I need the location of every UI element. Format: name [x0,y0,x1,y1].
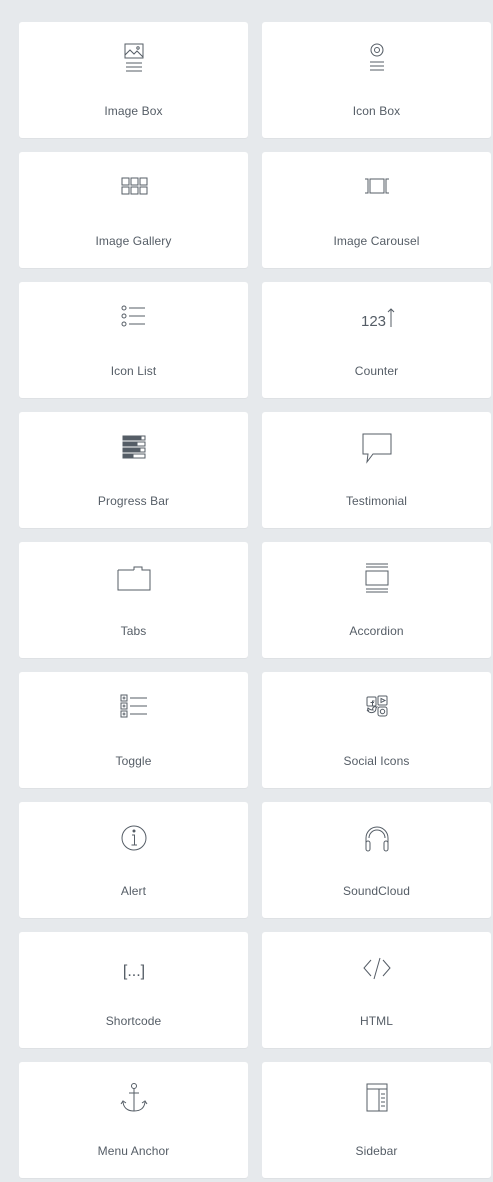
menu-anchor-icon [112,1080,156,1120]
widget-shortcode[interactable]: [...] Shortcode [19,932,248,1048]
widget-label: Tabs [120,624,147,638]
widget-label: Image Carousel [333,234,420,248]
widget-accordion[interactable]: Accordion [262,542,491,658]
widget-label: Testimonial [345,494,408,508]
tabs-icon [112,560,156,600]
widget-label: Alert [120,884,147,898]
widget-label: Counter [354,364,399,378]
widget-label: Progress Bar [97,494,170,508]
widget-label: Social Icons [343,754,410,768]
widget-label: Toggle [115,754,152,768]
sidebar-icon [355,1080,399,1120]
widget-progress-bar[interactable]: Progress Bar [19,412,248,528]
widget-label: Shortcode [105,1014,162,1028]
icon-box-icon [355,40,399,80]
social-icons-icon [355,690,399,730]
widget-alert[interactable]: Alert [19,802,248,918]
widget-counter[interactable]: 123 Counter [262,282,491,398]
alert-icon [112,820,156,860]
widget-menu-anchor[interactable]: Menu Anchor [19,1062,248,1178]
widget-label: Menu Anchor [97,1144,170,1158]
shortcode-icon: [...] [112,950,156,990]
widget-social-icons[interactable]: Social Icons [262,672,491,788]
counter-icon-text: 123 [361,313,386,330]
toggle-icon [112,690,156,730]
widget-label: Image Box [104,104,163,118]
widget-image-carousel[interactable]: Image Carousel [262,152,491,268]
widget-label: HTML [359,1014,394,1028]
widget-icon-box[interactable]: Icon Box [262,22,491,138]
widget-testimonial[interactable]: Testimonial [262,412,491,528]
widget-soundcloud[interactable]: SoundCloud [262,802,491,918]
counter-icon: 123 [355,300,399,340]
image-gallery-icon [112,170,156,210]
widget-label: Sidebar [355,1144,398,1158]
shortcode-icon-text: [...] [122,963,144,980]
widget-grid: Image Box Icon Box Image Gallery Image C… [19,22,491,1178]
widget-image-gallery[interactable]: Image Gallery [19,152,248,268]
widget-label: Icon List [110,364,157,378]
widget-html[interactable]: HTML [262,932,491,1048]
widget-toggle[interactable]: Toggle [19,672,248,788]
image-box-icon [112,40,156,80]
icon-list-icon [112,300,156,340]
accordion-icon [355,560,399,600]
widget-label: Image Gallery [95,234,172,248]
widget-label: Icon Box [352,104,401,118]
widget-tabs[interactable]: Tabs [19,542,248,658]
progress-bar-icon [112,430,156,470]
widget-sidebar[interactable]: Sidebar [262,1062,491,1178]
widget-label: SoundCloud [342,884,411,898]
image-carousel-icon [355,170,399,210]
html-icon [355,950,399,990]
soundcloud-icon [355,820,399,860]
widget-image-box[interactable]: Image Box [19,22,248,138]
widget-icon-list[interactable]: Icon List [19,282,248,398]
widget-label: Accordion [349,624,404,638]
testimonial-icon [355,430,399,470]
